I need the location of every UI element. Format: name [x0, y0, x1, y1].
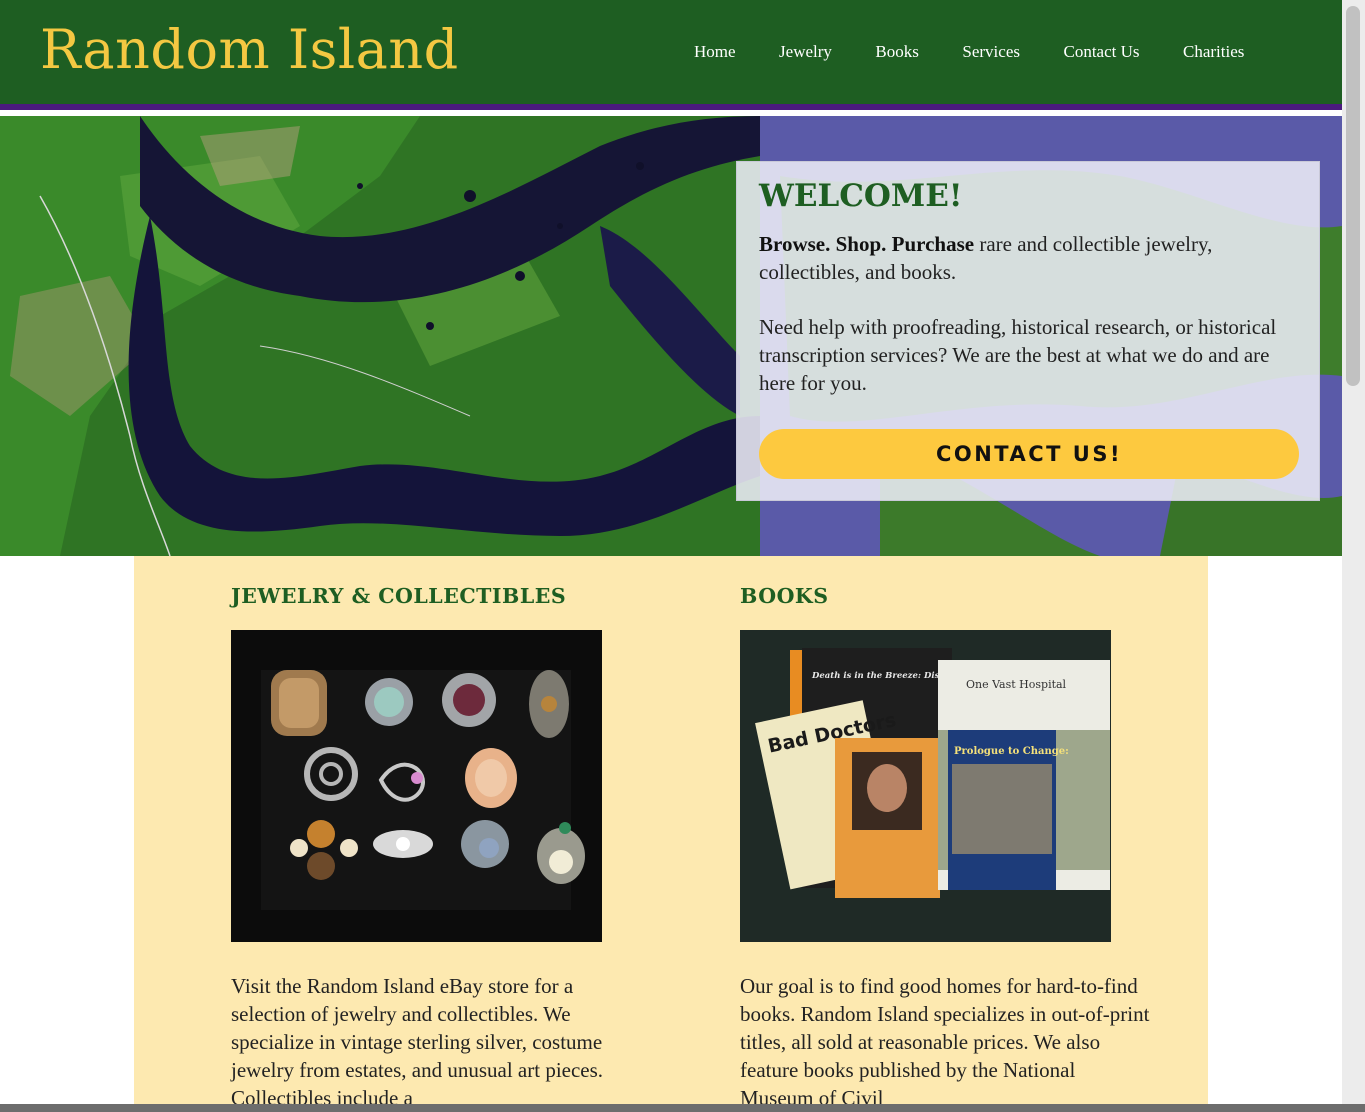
- nav-books[interactable]: Books: [875, 41, 918, 63]
- services-blurb: Need help with proofreading, historical …: [759, 315, 1277, 395]
- book-title-prologue: Prologue to Change:: [954, 746, 1069, 757]
- nav-home[interactable]: Home: [694, 41, 736, 63]
- nav-contact-us[interactable]: Contact Us: [1063, 41, 1139, 63]
- nav-services[interactable]: Services: [962, 41, 1020, 63]
- jewelry-heading[interactable]: JEWELRY & COLLECTIBLES: [231, 583, 566, 609]
- books-heading[interactable]: BOOKS: [740, 583, 829, 609]
- window-bottom-edge: [0, 1104, 1365, 1112]
- welcome-intro: Browse. Shop. Purchase rare and collecti…: [759, 230, 1297, 286]
- content-area: JEWELRY & COLLECTIBLES Visit the Random …: [134, 556, 1208, 1112]
- books-photo-image: Death is in the Breeze: Disease during t…: [740, 630, 1111, 942]
- scrollbar-thumb[interactable]: [1346, 6, 1360, 386]
- nav-charities[interactable]: Charities: [1183, 41, 1244, 63]
- welcome-heading: WELCOME!: [759, 178, 963, 214]
- main-nav: Home Jewelry Books Services Contact Us C…: [694, 41, 1244, 63]
- hero-banner: WELCOME! Browse. Shop. Purchase rare and…: [0, 116, 1342, 556]
- nav-jewelry[interactable]: Jewelry: [779, 41, 832, 63]
- contact-us-button[interactable]: CONTACT US!: [759, 429, 1299, 479]
- books-description: Our goal is to find good homes for hard-…: [740, 974, 1150, 1110]
- jewelry-description: Visit the Random Island eBay store for a…: [231, 974, 604, 1110]
- rings-photo-image: [231, 630, 602, 942]
- welcome-intro-bold: Browse. Shop. Purchase: [759, 232, 975, 256]
- book-title-one-vast-hospital: One Vast Hospital: [966, 678, 1067, 691]
- rings-photo[interactable]: [231, 630, 602, 942]
- site-title[interactable]: Random Island: [40, 18, 459, 82]
- welcome-panel: WELCOME! Browse. Shop. Purchase rare and…: [736, 161, 1320, 501]
- books-photo[interactable]: Death is in the Breeze: Disease during t…: [740, 630, 1111, 942]
- vertical-scrollbar[interactable]: [1342, 0, 1365, 1104]
- site-header: Random Island Home Jewelry Books Service…: [0, 0, 1342, 110]
